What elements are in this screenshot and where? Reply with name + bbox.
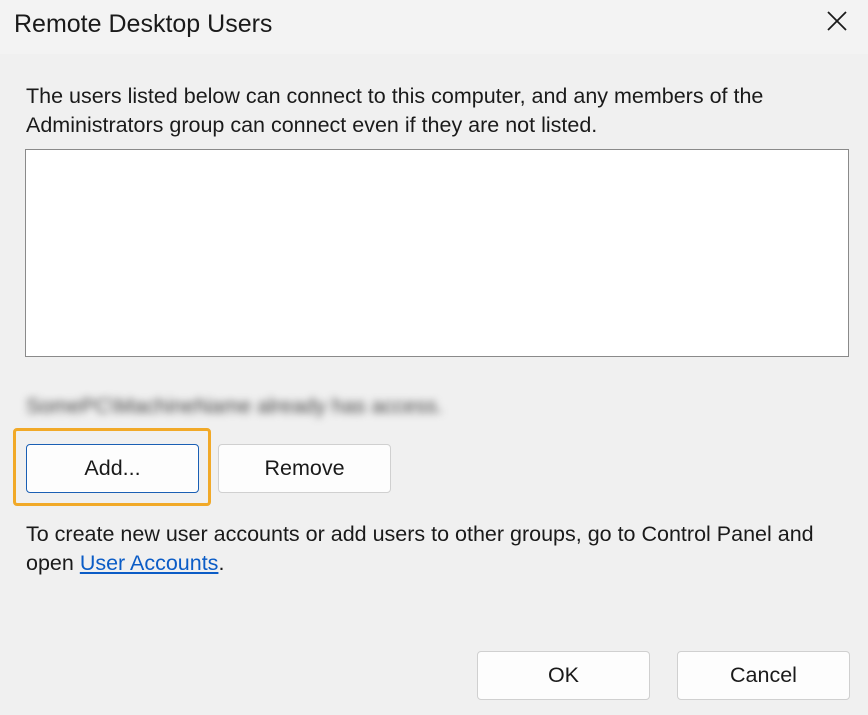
ok-button[interactable]: OK xyxy=(477,651,650,700)
remote-desktop-users-dialog: Remote Desktop Users The users listed be… xyxy=(0,0,868,715)
close-button[interactable] xyxy=(820,6,854,40)
user-list-box[interactable] xyxy=(25,149,849,357)
close-icon xyxy=(825,9,849,38)
title-bar: Remote Desktop Users xyxy=(0,0,868,54)
info-text-after: . xyxy=(218,551,225,575)
cancel-button[interactable]: Cancel xyxy=(677,651,850,700)
window-title: Remote Desktop Users xyxy=(14,10,273,38)
dialog-description: The users listed below can connect to th… xyxy=(26,84,764,137)
info-text: To create new user accounts or add users… xyxy=(26,520,846,578)
add-button[interactable]: Add... xyxy=(26,444,199,493)
user-accounts-link[interactable]: User Accounts xyxy=(80,551,219,575)
access-status-text: SomePC\MachineName already has access. xyxy=(26,395,443,418)
remove-button[interactable]: Remove xyxy=(218,444,391,493)
